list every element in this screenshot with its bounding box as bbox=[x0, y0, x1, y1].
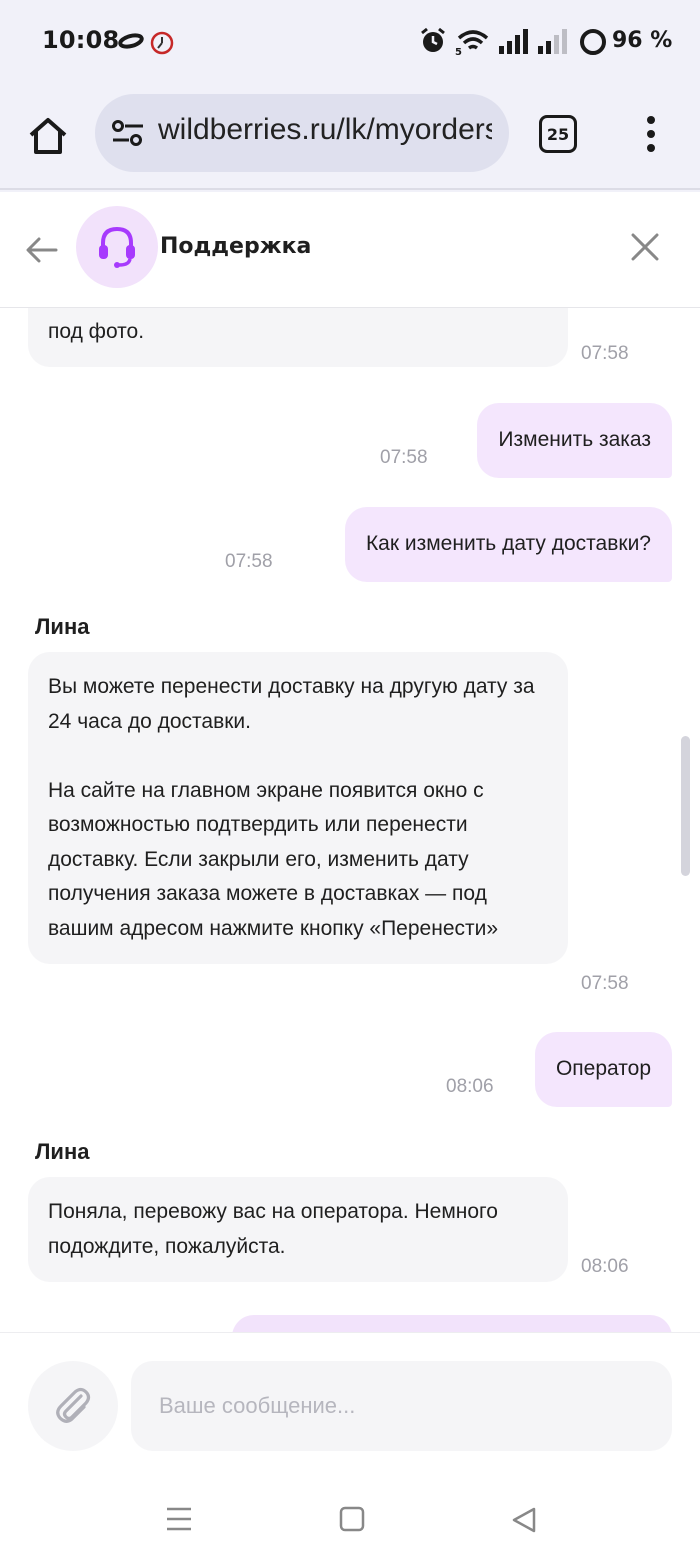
system-nav-bar bbox=[0, 1472, 700, 1565]
bot-message: числа нужно забрать покупку, нажмите на … bbox=[28, 308, 568, 367]
user-message: Изменить заказ bbox=[477, 403, 672, 478]
headset-icon bbox=[99, 226, 135, 268]
home-button[interactable] bbox=[22, 110, 74, 162]
status-time: 10:08 bbox=[42, 26, 120, 54]
alarm-icon bbox=[421, 27, 445, 52]
tab-switcher-button[interactable]: 25 bbox=[539, 115, 577, 153]
chat-title: Поддержка bbox=[160, 234, 312, 259]
signal-weak-icon bbox=[538, 29, 567, 54]
browser-toolbar: wildberries.ru/lk/myorders 25 bbox=[0, 84, 700, 190]
message-time: 07:58 bbox=[380, 447, 428, 468]
home-square-icon[interactable] bbox=[339, 1506, 365, 1532]
sender-name: Лина bbox=[35, 614, 90, 639]
user-message-partial bbox=[232, 1315, 672, 1332]
signal-icon bbox=[499, 29, 528, 54]
message-time: 07:58 bbox=[581, 973, 629, 994]
close-icon[interactable] bbox=[628, 230, 662, 264]
recent-apps-icon[interactable] bbox=[165, 1506, 193, 1532]
user-message: Как изменить дату доставки? bbox=[344, 507, 672, 582]
message-input[interactable] bbox=[131, 1361, 672, 1451]
battery-percent: 96 % bbox=[612, 28, 673, 53]
bot-message: Вы можете перенести доставку на другую д… bbox=[28, 652, 568, 964]
clock-badge-icon bbox=[150, 31, 174, 55]
url-text[interactable]: wildberries.ru/lk/myorders bbox=[158, 113, 492, 147]
chat-messages[interactable]: числа нужно забрать покупку, нажмите на … bbox=[0, 308, 700, 1332]
message-time: 08:06 bbox=[581, 1256, 629, 1277]
home-icon bbox=[29, 118, 67, 154]
sender-name: Лина bbox=[35, 1139, 90, 1164]
status-bar: 10:08 5 96 % bbox=[0, 0, 700, 84]
tune-icon[interactable] bbox=[111, 119, 145, 147]
support-avatar bbox=[76, 206, 158, 288]
back-arrow-icon[interactable] bbox=[22, 230, 62, 270]
message-time: 08:06 bbox=[446, 1076, 494, 1097]
wifi-icon: 5 bbox=[455, 30, 489, 56]
overflow-menu-icon[interactable] bbox=[636, 114, 666, 154]
paperclip-icon bbox=[56, 1387, 91, 1423]
svg-text:5: 5 bbox=[455, 47, 462, 56]
message-time: 07:58 bbox=[581, 343, 629, 364]
message-composer bbox=[0, 1332, 700, 1472]
attach-button[interactable] bbox=[28, 1361, 118, 1451]
bot-message: Поняла, перевожу вас на оператора. Немно… bbox=[28, 1177, 568, 1282]
back-triangle-icon[interactable] bbox=[511, 1506, 537, 1534]
message-time: 07:58 bbox=[225, 551, 273, 572]
user-message: Оператор bbox=[534, 1032, 672, 1107]
chat-header: Поддержка bbox=[0, 192, 700, 308]
url-bar[interactable]: wildberries.ru/lk/myorders bbox=[95, 94, 509, 172]
battery-ring-icon bbox=[580, 29, 606, 55]
scrollbar[interactable] bbox=[681, 736, 690, 876]
infinity-icon bbox=[118, 33, 144, 49]
